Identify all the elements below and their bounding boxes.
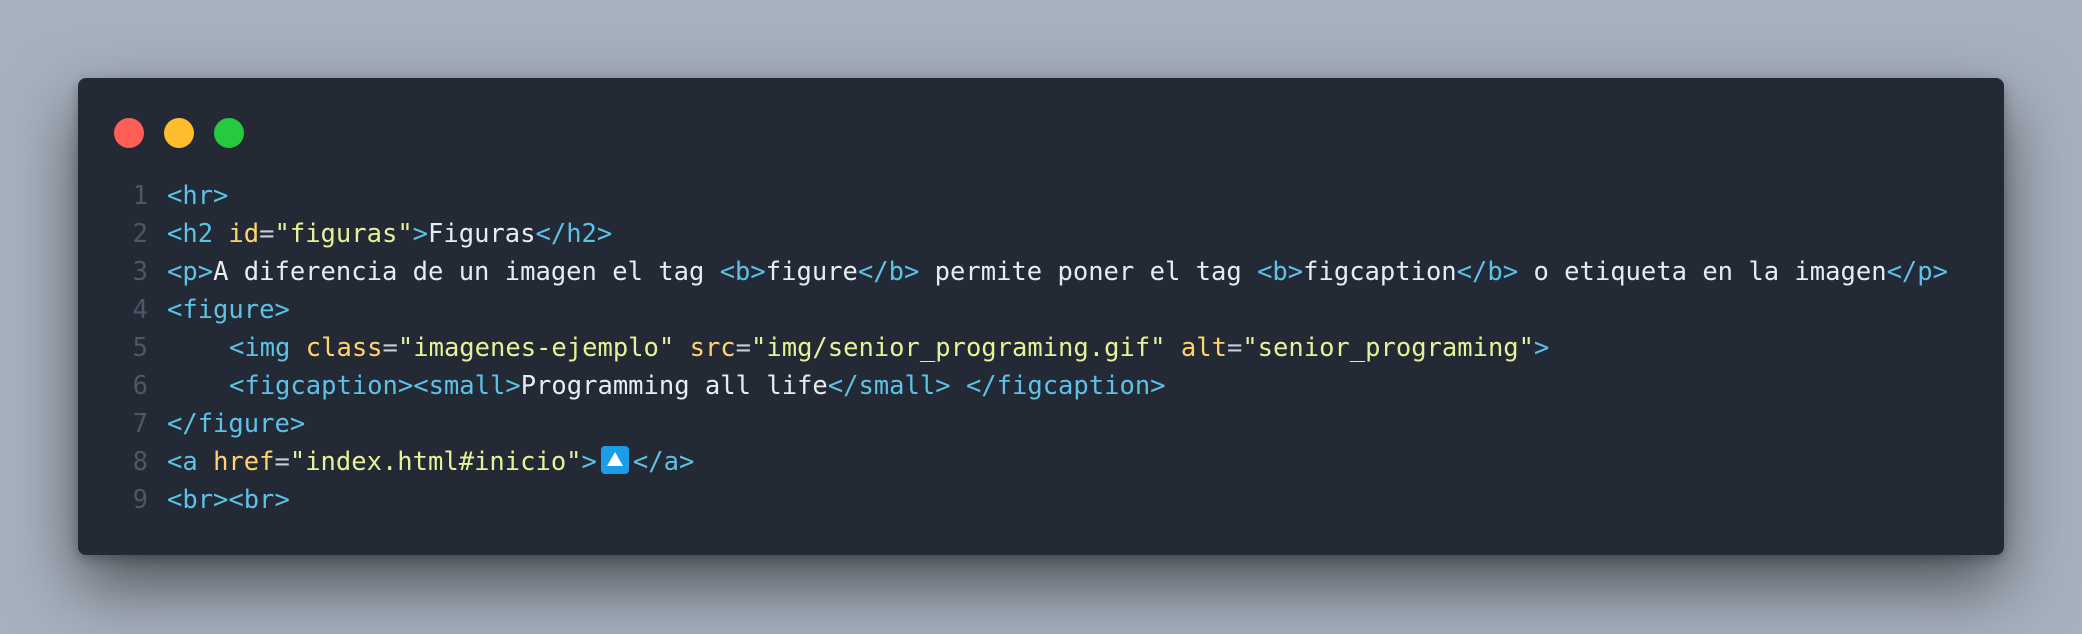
- code-line: 9 <br><br>: [78, 481, 1978, 519]
- token-txt: A diferencia de un imagen el tag: [213, 257, 720, 287]
- token-tag: <b>: [1257, 257, 1304, 287]
- code-text: </figure>: [167, 405, 305, 443]
- up-arrow-button-icon: [600, 446, 629, 474]
- token-str: "imagenes-ejemplo": [397, 333, 675, 363]
- token-tag: <br><br>: [167, 485, 290, 515]
- code-line: 5 <img class="imagenes-ejemplo" src="img/…: [78, 329, 1978, 367]
- token-attr: class: [305, 333, 383, 363]
- line-number: 5: [132, 333, 148, 363]
- token-tag: <h2: [167, 219, 229, 249]
- code-line: 2 <h2 id="figuras">Figuras</h2>: [78, 215, 1978, 253]
- token-txt: Figuras: [428, 219, 536, 249]
- close-icon[interactable]: [114, 118, 144, 148]
- token-tag: </small>: [827, 371, 951, 401]
- token-txt: permite poner el tag: [919, 257, 1258, 287]
- token-str: "figuras": [274, 219, 413, 249]
- line-number: 9: [132, 485, 148, 515]
- code-line: 4 <figure>: [78, 291, 1978, 329]
- code-line: 3 <p>A diferencia de un imagen el tag <b>…: [78, 253, 1978, 291]
- window-controls: [114, 118, 244, 148]
- token-tag: <img: [229, 333, 306, 363]
- token-punc: =: [259, 219, 275, 249]
- line-number: 6: [132, 371, 148, 401]
- code-line: 1 <hr>: [78, 177, 1978, 215]
- token-txt: Programming all life: [520, 371, 828, 401]
- code-text: <a href="index.html#inicio"> </a>: [167, 443, 694, 481]
- token-tag: <a: [167, 447, 214, 477]
- line-number: 8: [132, 447, 148, 477]
- token-tag: </figcaption>: [965, 371, 1166, 401]
- token-punc: =: [382, 333, 398, 363]
- token-tag: >: [412, 219, 429, 249]
- token-attr: alt: [1180, 333, 1227, 363]
- token-attr: src: [689, 333, 736, 363]
- line-number: 4: [132, 295, 148, 325]
- code-line: 7 </figure>: [78, 405, 1978, 443]
- code-text: <figure>: [167, 291, 290, 329]
- code-text: <img class="imagenes-ejemplo" src="img/s…: [229, 329, 1549, 367]
- token-str: "index.html#inicio": [289, 447, 582, 477]
- token-tag: </h2>: [535, 219, 613, 249]
- token-punc: =: [274, 447, 290, 477]
- token-tag: <figcaption><small>: [229, 371, 521, 401]
- minimize-icon[interactable]: [164, 118, 194, 148]
- code-text: <figcaption><small>Programming all life<…: [229, 367, 1166, 405]
- token-tag: <figure>: [167, 295, 290, 325]
- code-text: <p>A diferencia de un imagen el tag <b>f…: [167, 253, 1948, 291]
- code-text: <h2 id="figuras">Figuras</h2>: [167, 215, 612, 253]
- code-line: 8 <a href="index.html#inicio"> </a>: [78, 443, 1978, 481]
- token-txt: figcaption: [1303, 257, 1457, 287]
- token-tag: >: [1534, 333, 1550, 363]
- token-punc: =: [735, 333, 752, 363]
- line-number: 7: [132, 409, 148, 439]
- code-text: <br><br>: [167, 481, 290, 519]
- token-tag: </b>: [857, 257, 920, 287]
- token-txt: figure: [765, 257, 858, 287]
- token-tag: </figure>: [167, 409, 306, 439]
- token-txt: o etiqueta en la imagen: [1518, 257, 1887, 287]
- token-tag: <hr>: [167, 181, 229, 211]
- line-number: 3: [132, 257, 148, 287]
- token-str: "img/senior_programing.gif": [751, 333, 1166, 363]
- token-tag: <p>: [167, 257, 214, 287]
- line-number: 1: [132, 181, 148, 211]
- token-punc: =: [1226, 333, 1243, 363]
- code-line: 6 <figcaption><small>Programming all life…: [78, 367, 1978, 405]
- token-tag: >: [581, 447, 597, 477]
- token-str: "senior_programing": [1242, 333, 1535, 363]
- token-tag: </a>: [632, 447, 695, 477]
- token-tag: </b>: [1456, 257, 1519, 287]
- token-attr: href: [213, 447, 275, 477]
- token-tag: </p>: [1886, 257, 1948, 287]
- code-text: <hr>: [167, 177, 228, 215]
- token-tag: <b>: [719, 257, 766, 287]
- maximize-icon[interactable]: [214, 118, 244, 148]
- token-attr: id: [228, 219, 260, 249]
- line-number: 2: [132, 219, 148, 249]
